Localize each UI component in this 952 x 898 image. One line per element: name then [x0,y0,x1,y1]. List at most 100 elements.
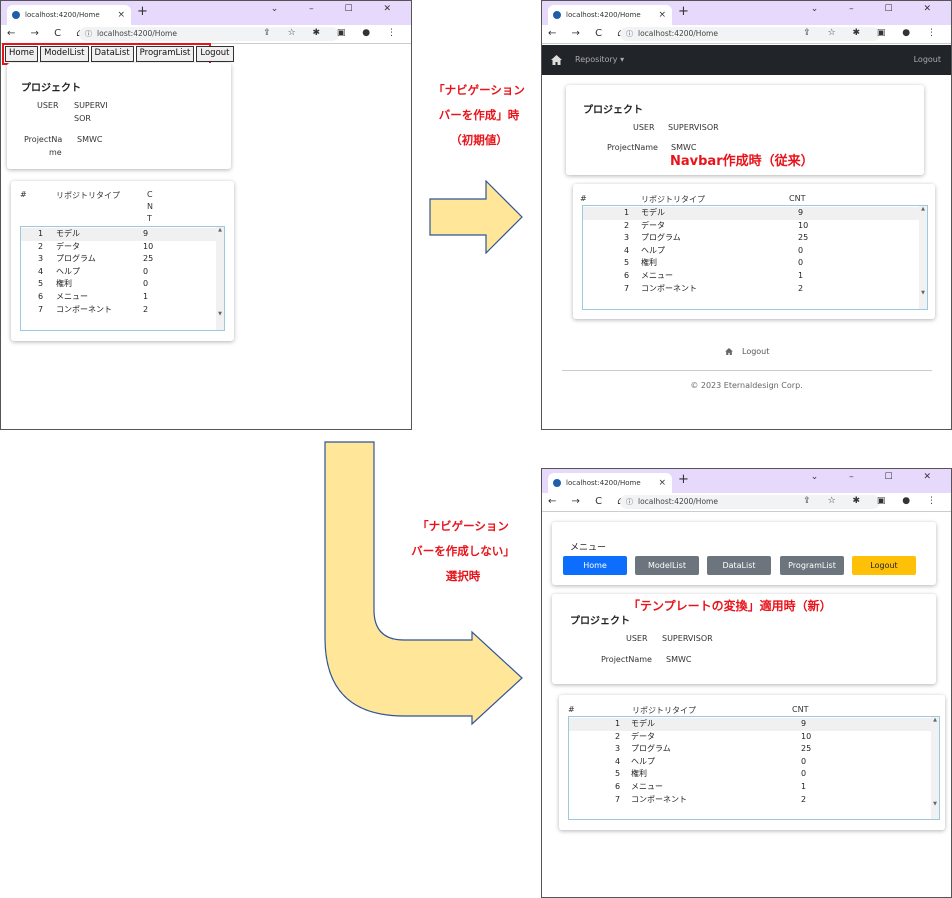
list-item[interactable]: 2 データ 10 [569,731,931,744]
repository-listbox[interactable]: ▲ ▼ 1 モデル 9 2 データ 10 3 プログラム 25 4 ヘルプ 0 5 権利 0 6 メニュー 1 7 コン… [20,226,225,331]
tab-title: localhost:4200/Home [566,479,641,487]
list-item[interactable]: 5 権利 0 [569,768,931,781]
plain-menu-button-programlist[interactable]: ProgramList [135,46,195,62]
plain-menu-button-datalist[interactable]: DataList [90,46,134,62]
tab-title: localhost:4200/Home [25,11,100,19]
browser-tab[interactable]: localhost:4200/Home × [7,5,131,25]
row-count: 9 [801,719,807,728]
scrollbar[interactable]: ▲ ▼ [931,717,939,819]
plain-menu-button-modellist[interactable]: ModelList [40,46,89,62]
row-count: 0 [143,266,149,276]
row-number: 1 [615,719,621,728]
user-label: USER [633,123,655,132]
list-item[interactable]: 5 権利 0 [21,278,216,291]
browser-tab[interactable]: localhost:4200/Home × [548,473,672,493]
user-value-part1: SUPERVI [74,101,108,110]
new-tab-icon[interactable]: + [678,472,689,487]
row-type: コンポーネント [631,794,687,804]
row-type: ヘルプ [631,756,655,766]
menu-button-modellist[interactable]: ModelList [635,556,699,575]
scrollbar[interactable]: ▲ ▼ [216,227,224,330]
row-number: 5 [615,769,621,779]
repository-listbox[interactable]: ▲ ▼ 1 モデル 9 2 データ 10 3 プログラム 25 4 ヘルプ 0 5 権利 0 6 メニュー 1 7 コン… [568,716,940,820]
row-count: 2 [801,794,807,804]
list-item[interactable]: 4 ヘルプ 0 [569,756,931,769]
plain-menu-button-home[interactable]: Home [5,46,39,62]
toolbar-icons[interactable]: ⇪ ☆ ✱ ▣ ● ⋮ [263,28,403,38]
row-count: 2 [798,283,804,293]
menu-button-home[interactable]: Home [563,556,627,575]
window-controls[interactable]: ⌄ – ☐ ✕ [811,472,945,482]
url-text: localhost:4200/Home [638,29,718,38]
list-item[interactable]: 4 ヘルプ 0 [583,245,919,258]
list-item[interactable]: 6 メニュー 1 [583,270,919,283]
toolbar-icons[interactable]: ⇪ ☆ ✱ ▣ ● ⋮ [803,496,943,506]
row-count: 2 [143,304,149,314]
navbar-logout-link[interactable]: Logout [914,55,941,64]
toolbar-icons[interactable]: ⇪ ☆ ✱ ▣ ● ⋮ [803,28,943,38]
col-cnt: CNT [789,194,806,203]
row-type: 権利 [631,769,647,779]
list-item[interactable]: 7 コンポーネント 2 [21,304,216,317]
row-number: 7 [615,794,621,804]
row-number: 2 [38,241,44,251]
list-item[interactable]: 7 コンポーネント 2 [569,794,931,807]
scrollbar[interactable]: ▲ ▼ [919,206,927,309]
row-type: 権利 [56,279,72,289]
row-number: 1 [624,208,630,217]
close-tab-icon[interactable]: × [117,5,125,25]
project-card: プロジェクト USER SUPERVI SOR ProjectNa me SMW… [7,63,231,169]
close-tab-icon[interactable]: × [658,5,666,25]
favicon-icon [12,11,20,19]
list-item[interactable]: 3 プログラム 25 [583,232,919,245]
footer-logout-link[interactable]: Logout [742,347,769,356]
row-number: 2 [624,220,630,230]
new-tab-icon[interactable]: + [137,4,148,19]
col-hash: # [20,190,27,199]
row-count: 0 [801,769,807,779]
row-type: モデル [641,208,665,217]
repository-card: # リポジトリタイプ C N T ▲ ▼ 1 モデル 9 2 データ 10 3 プログラム 25 4… [11,181,234,341]
menu-button-programlist[interactable]: ProgramList [780,556,844,575]
repository-listbox[interactable]: ▲ ▼ 1 モデル 9 2 データ 10 3 プログラム 25 4 ヘルプ 0 5 権利 0 6 メニュー 1 7 コン… [582,205,928,310]
list-item[interactable]: 2 データ 10 [21,241,216,254]
plain-menu-button-logout[interactable]: Logout [196,46,234,62]
list-item[interactable]: 1 モデル 9 [583,207,919,220]
repository-dropdown[interactable]: Repository ▾ [575,55,624,64]
user-label: USER [626,634,648,643]
list-item[interactable]: 7 コンポーネント 2 [583,283,919,296]
close-tab-icon[interactable]: × [658,473,666,493]
row-count: 9 [798,208,804,217]
list-item[interactable]: 1 モデル 9 [569,718,931,731]
col-cnt-1: C [147,190,153,199]
row-count: 0 [143,279,149,289]
row-type: ヘルプ [56,266,80,276]
list-item[interactable]: 1 モデル 9 [21,228,216,241]
col-hash: # [568,705,575,714]
new-tab-icon[interactable]: + [678,4,689,19]
list-item[interactable]: 3 プログラム 25 [569,743,931,756]
list-item[interactable]: 6 メニュー 1 [21,291,216,304]
nav-buttons-icon[interactable]: ← → C ⌂ [548,28,630,39]
tab-strip: localhost:4200/Home × + ⌄ – ☐ ✕ [542,469,951,493]
url-text: localhost:4200/Home [638,497,718,506]
row-number: 6 [615,782,621,791]
home-icon[interactable] [551,55,562,65]
list-item[interactable]: 5 権利 0 [583,257,919,270]
list-item[interactable]: 3 プログラム 25 [21,253,216,266]
window-controls[interactable]: ⌄ – ☐ ✕ [811,4,945,14]
nav-buttons-icon[interactable]: ← → C ⌂ [7,28,89,39]
row-number: 3 [615,744,621,754]
menu-button-logout[interactable]: Logout [852,556,916,575]
row-number: 7 [624,283,630,293]
browser-tab[interactable]: localhost:4200/Home × [548,5,672,25]
window-controls[interactable]: ⌄ – ☐ ✕ [271,4,405,14]
list-item[interactable]: 4 ヘルプ 0 [21,266,216,279]
menu-button-datalist[interactable]: DataList [707,556,771,575]
list-item[interactable]: 6 メニュー 1 [569,781,931,794]
project-title: プロジェクト [570,616,630,627]
nav-buttons-icon[interactable]: ← → C ⌂ [548,496,630,507]
menu-title: メニュー [570,543,607,553]
info-icon: ⓘ [626,498,633,506]
list-item[interactable]: 2 データ 10 [583,220,919,233]
